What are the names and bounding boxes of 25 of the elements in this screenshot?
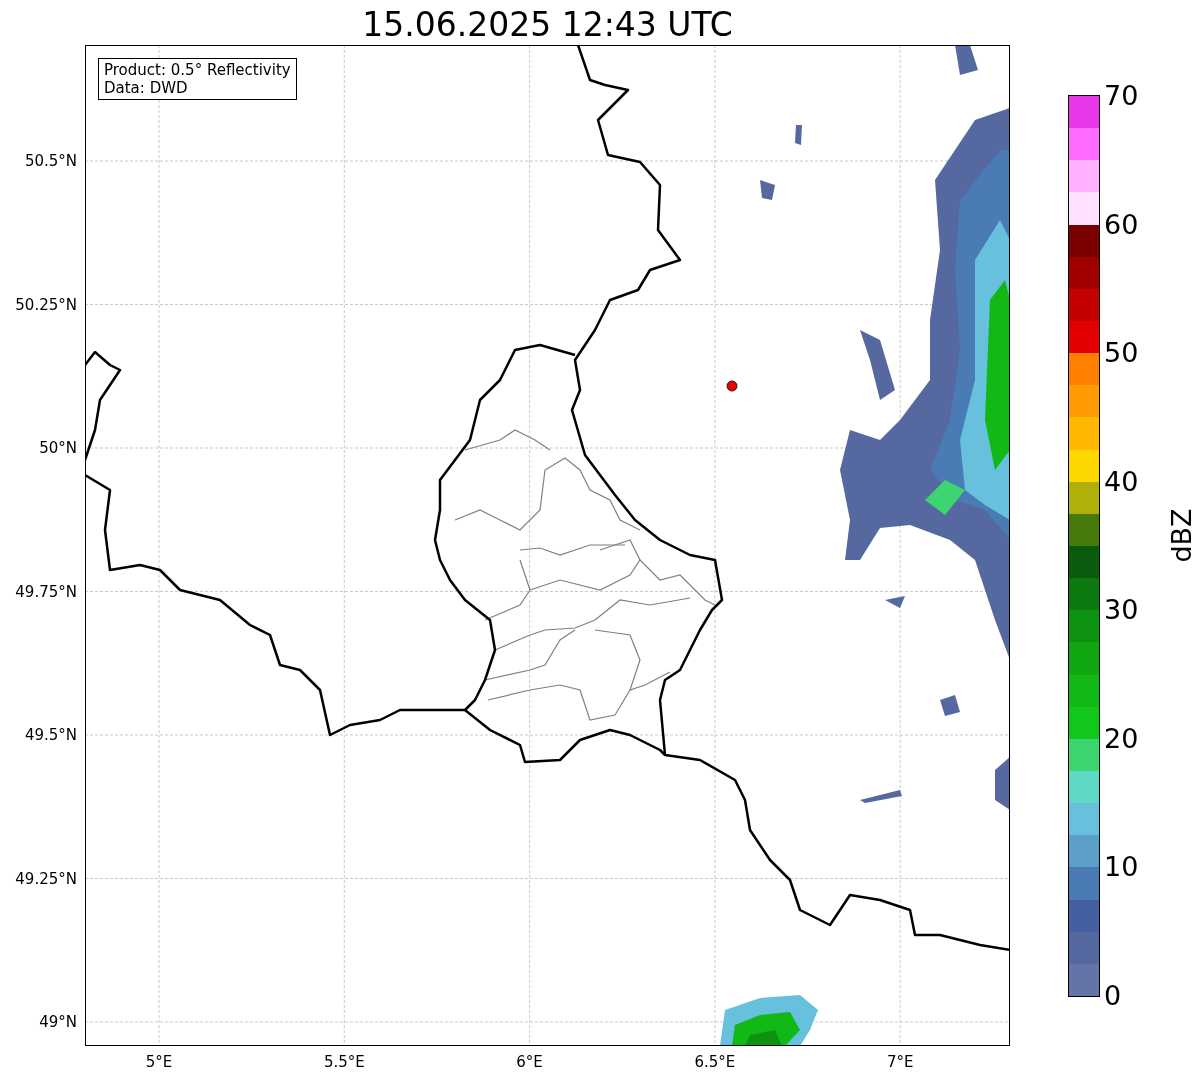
colorbar-tick-label: 40 bbox=[1104, 466, 1139, 497]
latitude-tick-label: 49.5°N bbox=[24, 726, 77, 744]
latitude-tick-label: 50.5°N bbox=[24, 152, 77, 170]
colorbar-tick-label: 10 bbox=[1104, 852, 1139, 883]
longitude-tick-label: 5.5°E bbox=[323, 1053, 365, 1071]
colorbar-tick-label: 30 bbox=[1104, 595, 1139, 626]
colorbar-tick-label: 60 bbox=[1104, 209, 1139, 240]
latitude-tick-label: 50°N bbox=[39, 439, 77, 457]
latitude-tick-label: 50.25°N bbox=[15, 295, 77, 314]
colorbar-tick-label: 70 bbox=[1104, 81, 1139, 111]
longitude-tick-label: 6°E bbox=[516, 1053, 543, 1071]
colorbar-tick-label: 50 bbox=[1104, 338, 1139, 369]
longitude-tick-label: 5°E bbox=[145, 1053, 173, 1071]
longitude-tick-label: 6.5°E bbox=[694, 1053, 736, 1071]
latitude-tick-label: 49°N bbox=[39, 1013, 77, 1031]
info-text: Product: 0.5° Reflectivity bbox=[104, 61, 291, 79]
info-text: Data: DWD bbox=[104, 79, 189, 97]
radar-site-marker bbox=[726, 380, 738, 392]
chart-title: 15.06.2025 12:43 UTC bbox=[362, 5, 733, 45]
latitude-tick-label: 49.75°N bbox=[15, 582, 77, 601]
latitude-tick-label: 49.25°N bbox=[15, 869, 77, 888]
colorbar-label: dBZ bbox=[1165, 508, 1197, 563]
colorbar-tick-label: 0 bbox=[1104, 981, 1122, 1011]
colorbar-tick-label: 20 bbox=[1104, 723, 1139, 754]
longitude-tick-label: 7°E bbox=[886, 1053, 914, 1071]
